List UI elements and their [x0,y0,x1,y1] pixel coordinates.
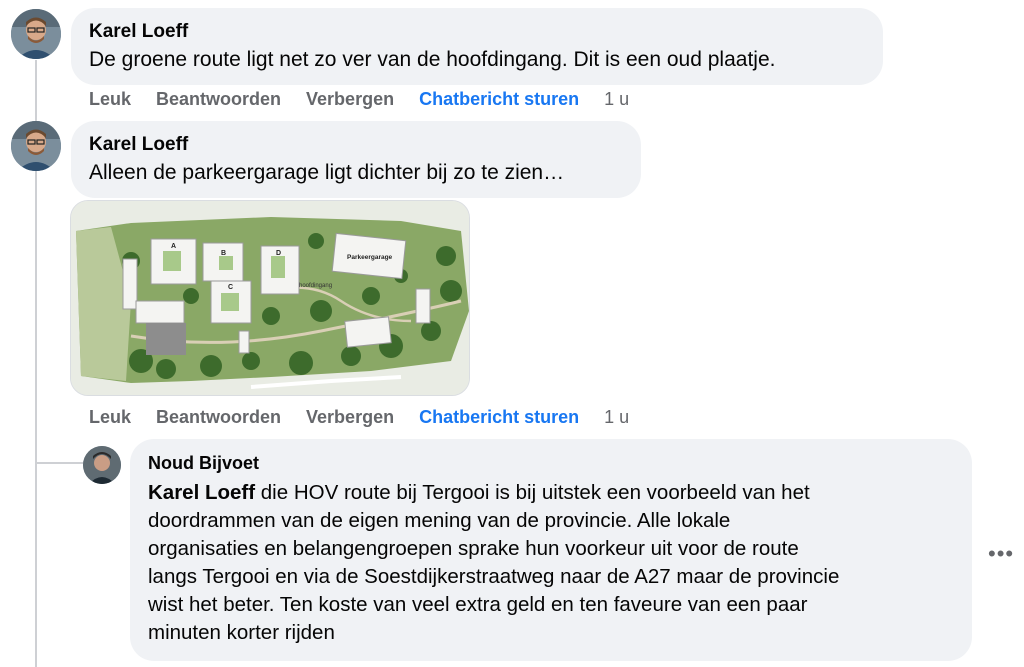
comment-text: De groene route ligt net zo ver van de h… [89,48,776,71]
reply-text: Karel Loeff die HOV route bij Tergooi is… [148,479,954,647]
reply-line: die HOV route bij Tergooi is bij uitstek… [255,481,810,504]
comment-bubble: Karel Loeff De groene route ligt net zo … [71,8,883,85]
timestamp[interactable]: 1 u [604,407,629,428]
comment-actions: Leuk Beantwoorden Verbergen Chatbericht … [89,89,654,110]
reply-line: doordrammen van de eigen mening van de p… [148,509,731,532]
like-link[interactable]: Leuk [89,407,131,428]
map-label-b: B [221,250,226,257]
map-label-parkeergarage: Parkeergarage [347,254,393,261]
avatar[interactable] [83,446,121,484]
reply-link[interactable]: Beantwoorden [156,407,281,428]
reply-author[interactable]: Noud Bijvoet [148,451,954,475]
avatar-photo-icon [11,121,61,171]
comment-text: Alleen de parkeergarage ligt dichter bij… [89,161,565,184]
reply-line: langs Tergooi en via de Soestdijkerstraa… [148,565,840,588]
comment-actions: Leuk Beantwoorden Verbergen Chatbericht … [89,407,654,428]
reply-line: wist het beter. Ten koste van veel extra… [148,593,808,616]
site-map-image: A B C D Parkeergarage hoofdingang [71,201,469,395]
hide-link[interactable]: Verbergen [306,407,394,428]
avatar-photo-icon [11,9,61,59]
send-message-link[interactable]: Chatbericht sturen [419,89,579,110]
avatar-photo-icon [83,446,121,484]
map-label-d: D [276,250,281,257]
map-label-c: C [228,284,233,291]
reply-line: organisaties en belangengroepen sprake h… [148,537,799,560]
comment-author[interactable]: Karel Loeff [89,20,865,44]
hide-link[interactable]: Verbergen [306,89,394,110]
thread-branch [35,462,83,464]
avatar[interactable] [11,121,61,171]
reply-bubble: Noud Bijvoet Karel Loeff die HOV route b… [130,439,972,661]
avatar[interactable] [11,9,61,59]
comment-author[interactable]: Karel Loeff [89,133,623,157]
reply-line: minuten korter rijden [148,621,335,644]
like-link[interactable]: Leuk [89,89,131,110]
map-label-hoofdingang: hoofdingang [299,283,332,289]
timestamp[interactable]: 1 u [604,89,629,110]
mention-link[interactable]: Karel Loeff [148,481,255,504]
send-message-link[interactable]: Chatbericht sturen [419,407,579,428]
map-label-a: A [171,243,176,250]
comment-bubble: Karel Loeff Alleen de parkeergarage ligt… [71,121,641,198]
more-options-icon[interactable]: ••• [988,541,1014,567]
comment-image[interactable]: A B C D Parkeergarage hoofdingang [70,200,470,396]
reply-link[interactable]: Beantwoorden [156,89,281,110]
